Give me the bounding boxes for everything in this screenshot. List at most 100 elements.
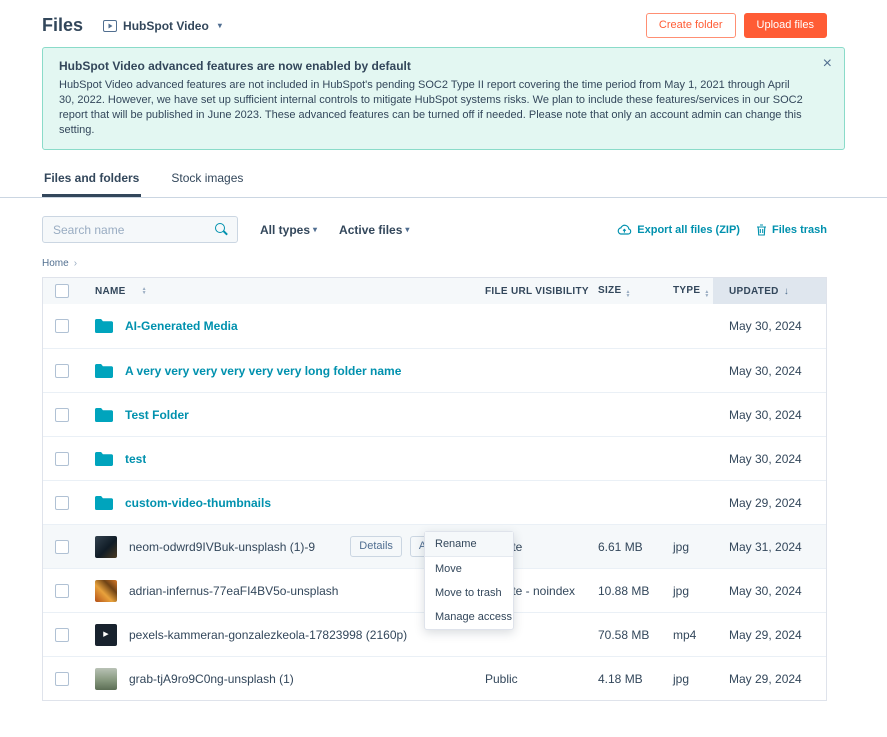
search-input[interactable]: [42, 216, 238, 243]
menu-item-move[interactable]: Move: [425, 557, 513, 581]
sort-descending-icon: [784, 286, 789, 297]
updated-cell: May 29, 2024: [713, 496, 826, 510]
table-row[interactable]: AI-Generated Media May 30, 2024: [43, 304, 826, 348]
table-row[interactable]: grab-tjA9ro9C0ng-unsplash (1) Public 4.1…: [43, 656, 826, 700]
file-name[interactable]: adrian-infernus-77eaFI4BV5o-unsplash: [129, 584, 338, 598]
folder-icon: [95, 319, 113, 333]
updated-cell: May 30, 2024: [713, 364, 826, 378]
file-thumbnail: [95, 668, 117, 690]
sort-icon: [625, 290, 630, 298]
tab-bar: Files and folders Stock images: [0, 150, 887, 198]
table-row[interactable]: test May 30, 2024: [43, 436, 826, 480]
video-thumbnail: ▶: [95, 624, 117, 646]
row-checkbox[interactable]: [55, 540, 69, 554]
alert-title: HubSpot Video advanced features are now …: [59, 59, 804, 73]
header-visibility[interactable]: FILE URL VISIBILITY: [485, 286, 598, 297]
page-title: Files: [42, 15, 83, 36]
type-filter-dropdown[interactable]: All types ▾: [260, 223, 317, 237]
chevron-down-icon: ▾: [218, 21, 222, 30]
row-checkbox[interactable]: [55, 672, 69, 686]
file-thumbnail: [95, 536, 117, 558]
workspace-selector[interactable]: HubSpot Video ▾: [103, 19, 222, 33]
filter-row: All types ▾ Active files ▾ Export all fi…: [42, 216, 827, 243]
header-type-label: TYPE: [673, 285, 700, 296]
file-thumbnail: [95, 580, 117, 602]
size-cell: 6.61 MB: [598, 540, 673, 554]
tab-files-and-folders[interactable]: Files and folders: [42, 165, 141, 197]
export-all-files-label: Export all files (ZIP): [637, 224, 740, 236]
folder-icon: [95, 364, 113, 378]
row-checkbox[interactable]: [55, 408, 69, 422]
updated-cell: May 29, 2024: [713, 628, 826, 642]
type-cell: jpg: [673, 540, 713, 554]
chevron-right-icon: ›: [74, 258, 77, 269]
details-button[interactable]: Details: [350, 536, 402, 557]
select-all-checkbox-cell: [43, 284, 89, 298]
table-row[interactable]: A very very very very very very long fol…: [43, 348, 826, 392]
chevron-down-icon: ▾: [313, 225, 317, 234]
row-checkbox[interactable]: [55, 496, 69, 510]
header-name[interactable]: NAME: [89, 286, 485, 297]
size-cell: 70.58 MB: [598, 628, 673, 642]
size-cell: 10.88 MB: [598, 584, 673, 598]
chevron-down-icon: ▾: [405, 225, 409, 234]
trash-icon: [756, 224, 767, 236]
updated-cell: May 30, 2024: [713, 584, 826, 598]
top-bar: Files HubSpot Video ▾ Create folder Uplo…: [0, 0, 887, 38]
workspace-label: HubSpot Video: [123, 19, 209, 33]
folder-name-link[interactable]: test: [125, 452, 146, 466]
row-checkbox[interactable]: [55, 319, 69, 333]
folder-name-link[interactable]: custom-video-thumbnails: [125, 496, 271, 510]
sort-icon: [142, 287, 147, 295]
header-updated-label: UPDATED: [729, 286, 779, 297]
select-all-checkbox[interactable]: [55, 284, 69, 298]
updated-cell: May 31, 2024: [713, 540, 826, 554]
folder-icon: [95, 452, 113, 466]
file-name[interactable]: grab-tjA9ro9C0ng-unsplash (1): [129, 672, 294, 686]
table-row[interactable]: custom-video-thumbnails May 29, 2024: [43, 480, 826, 524]
search-icon[interactable]: [215, 223, 228, 236]
folder-icon: [95, 408, 113, 422]
folder-name-link[interactable]: A very very very very very very long fol…: [125, 364, 401, 378]
menu-item-rename[interactable]: Rename: [425, 532, 513, 557]
row-checkbox[interactable]: [55, 452, 69, 466]
updated-cell: May 30, 2024: [713, 408, 826, 422]
files-trash-link[interactable]: Files trash: [756, 224, 827, 236]
status-filter-label: Active files: [339, 223, 402, 237]
menu-item-manage-access[interactable]: Manage access: [425, 605, 513, 629]
menu-item-move-to-trash[interactable]: Move to trash: [425, 581, 513, 605]
folder-name-link[interactable]: Test Folder: [125, 408, 189, 422]
updated-cell: May 30, 2024: [713, 452, 826, 466]
table-header-row: NAME FILE URL VISIBILITY SIZE TYPE UPDAT…: [43, 278, 826, 304]
actions-dropdown-menu: Rename Move Move to trash Manage access: [424, 531, 514, 630]
header-updated[interactable]: UPDATED: [713, 278, 826, 304]
header-size-label: SIZE: [598, 285, 621, 296]
alert-body: HubSpot Video advanced features are not …: [59, 78, 804, 138]
status-filter-dropdown[interactable]: Active files ▾: [339, 223, 409, 237]
folder-icon: [95, 496, 113, 510]
file-name[interactable]: neom-odwrd9IVBuk-unsplash (1)-9: [129, 540, 315, 554]
row-checkbox[interactable]: [55, 628, 69, 642]
header-type[interactable]: TYPE: [673, 285, 713, 298]
export-all-files-link[interactable]: Export all files (ZIP): [617, 224, 740, 236]
updated-cell: May 29, 2024: [713, 672, 826, 686]
upload-files-button[interactable]: Upload files: [744, 13, 827, 38]
play-icon: ▶: [103, 631, 108, 638]
close-icon[interactable]: ×: [823, 56, 832, 72]
type-cell: jpg: [673, 672, 713, 686]
header-size[interactable]: SIZE: [598, 285, 673, 298]
file-name[interactable]: pexels-kammeran-gonzalezkeola-17823998 (…: [129, 628, 407, 642]
tab-stock-images[interactable]: Stock images: [169, 165, 245, 197]
create-folder-button[interactable]: Create folder: [646, 13, 736, 38]
sort-icon: [704, 290, 709, 298]
type-cell: jpg: [673, 584, 713, 598]
updated-cell: May 30, 2024: [713, 319, 826, 333]
row-checkbox[interactable]: [55, 584, 69, 598]
video-file-icon: [103, 20, 117, 32]
alert-banner: HubSpot Video advanced features are now …: [42, 47, 845, 150]
row-checkbox[interactable]: [55, 364, 69, 378]
table-row[interactable]: Test Folder May 30, 2024: [43, 392, 826, 436]
folder-name-link[interactable]: AI-Generated Media: [125, 319, 238, 333]
visibility-cell: Public: [485, 672, 598, 686]
breadcrumb-home[interactable]: Home: [42, 258, 69, 269]
